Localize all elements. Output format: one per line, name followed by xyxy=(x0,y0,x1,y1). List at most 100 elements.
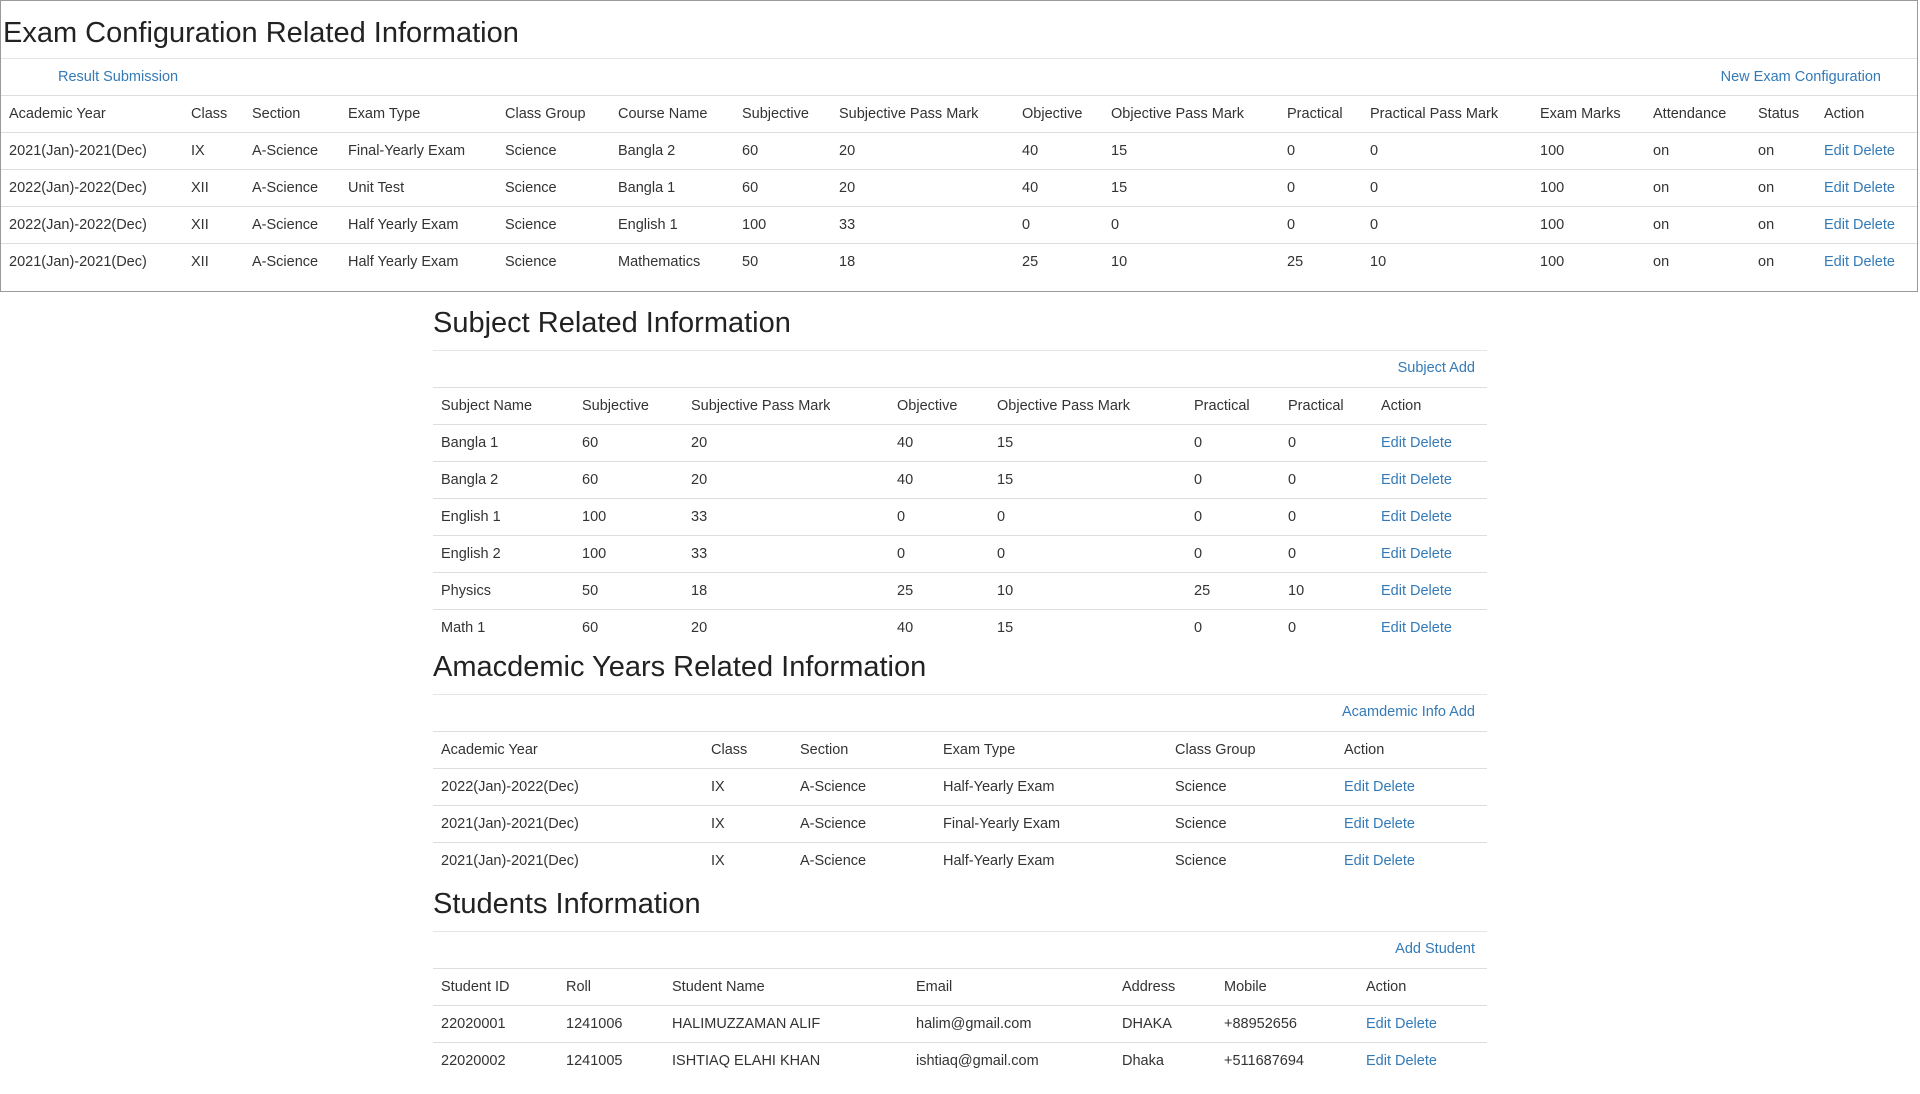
table-cell: 50 xyxy=(574,572,683,610)
edit-link[interactable]: Edit xyxy=(1366,1053,1391,1069)
action-cell: Edit Delete xyxy=(1373,498,1487,536)
column-header: Action xyxy=(1358,968,1487,1006)
delete-link[interactable]: Delete xyxy=(1410,435,1452,451)
exam-config-panel: Exam Configuration Related Information R… xyxy=(0,0,1918,292)
table-cell: Science xyxy=(1167,805,1336,843)
academic-info-add-link[interactable]: Acamdemic Info Add xyxy=(1342,704,1475,720)
edit-link[interactable]: Edit xyxy=(1381,472,1406,488)
table-cell: 0 xyxy=(1014,206,1103,244)
column-header: Subjective xyxy=(574,387,683,425)
delete-link[interactable]: Delete xyxy=(1410,509,1452,525)
table-cell: 60 xyxy=(574,461,683,499)
table-cell: 0 xyxy=(1280,498,1373,536)
edit-link[interactable]: Edit xyxy=(1381,583,1406,599)
table-cell: Physics xyxy=(433,572,574,610)
subject-title: Subject Related Information xyxy=(433,307,791,339)
table-row: 2021(Jan)-2021(Dec) IX A-Science Final-Year… xyxy=(433,805,1487,843)
edit-link[interactable]: Edit xyxy=(1824,254,1849,270)
table-cell: 15 xyxy=(1103,169,1279,207)
delete-link[interactable]: Delete xyxy=(1853,254,1895,270)
column-header: Objective xyxy=(889,387,989,425)
table-cell: 0 xyxy=(1280,609,1373,646)
column-header: Action xyxy=(1373,387,1487,425)
edit-link[interactable]: Edit xyxy=(1381,509,1406,525)
column-header: Class Group xyxy=(1167,731,1336,769)
edit-link[interactable]: Edit xyxy=(1824,217,1849,233)
table-cell: Unit Test xyxy=(340,169,497,207)
edit-link[interactable]: Edit xyxy=(1366,1016,1391,1032)
table-cell: A-Science xyxy=(244,243,340,280)
table-row: English 2 100 33 0 0 0 0 Edit Delete xyxy=(433,535,1487,573)
table-cell: Half-Yearly Exam xyxy=(935,842,1167,879)
edit-link[interactable]: Edit xyxy=(1824,143,1849,159)
delete-link[interactable]: Delete xyxy=(1410,546,1452,562)
delete-link[interactable]: Delete xyxy=(1373,779,1415,795)
table-cell: Bangla 1 xyxy=(441,435,499,451)
table-cell: XII xyxy=(183,169,244,207)
column-header: Mobile xyxy=(1216,968,1358,1006)
column-header: Action xyxy=(1816,95,1917,133)
table-cell: 40 xyxy=(897,435,914,451)
add-student-link[interactable]: Add Student xyxy=(1395,941,1475,957)
delete-link[interactable]: Delete xyxy=(1853,180,1895,196)
table-cell: 15 xyxy=(1111,143,1128,159)
table-cell: 25 xyxy=(1279,243,1362,280)
table-cell: ISHTIAQ ELAHI KHAN xyxy=(664,1042,908,1079)
delete-link[interactable]: Delete xyxy=(1373,853,1415,869)
edit-link[interactable]: Edit xyxy=(1381,435,1406,451)
table-cell: +88952656 xyxy=(1224,1016,1297,1032)
students-table: Student ID Roll Student Name Email Address Mo… xyxy=(433,968,1487,1079)
exam-config-title: Exam Configuration Related Information xyxy=(3,17,519,49)
table-cell: Science xyxy=(1167,842,1336,879)
exam-config-table: Academic Year Class Section Exam Type Class … xyxy=(1,95,1917,280)
table-row: Bangla 1 60 20 40 15 0 0 Edit Delete xyxy=(433,425,1487,462)
delete-link[interactable]: Delete xyxy=(1410,472,1452,488)
column-header: Subject Name xyxy=(433,387,574,425)
table-cell: 60 xyxy=(734,169,831,207)
table-cell: 22020001 xyxy=(441,1016,506,1032)
table-cell: Bangla 1 xyxy=(610,169,734,207)
table-cell: 0 xyxy=(1186,535,1280,573)
column-header: Section xyxy=(244,95,340,133)
delete-link[interactable]: Delete xyxy=(1853,217,1895,233)
table-cell: English 1 xyxy=(433,498,574,536)
students-section: Students Information Add Student Student… xyxy=(433,888,1487,1094)
table-row: 2022(Jan)-2022(Dec) IX A-Science Half-Yearl… xyxy=(433,769,1487,806)
students-title: Students Information xyxy=(433,888,701,920)
table-cell: XII xyxy=(183,206,244,244)
column-header: Roll xyxy=(558,968,664,1006)
edit-link[interactable]: Edit xyxy=(1344,779,1369,795)
delete-link[interactable]: Delete xyxy=(1395,1016,1437,1032)
new-exam-configuration-link[interactable]: New Exam Configuration xyxy=(1721,69,1881,85)
delete-link[interactable]: Delete xyxy=(1395,1053,1437,1069)
edit-link[interactable]: Edit xyxy=(1381,546,1406,562)
action-cell: Edit Delete xyxy=(1336,805,1487,843)
table-cell: 0 xyxy=(1186,498,1280,536)
table-cell: 0 xyxy=(1362,169,1532,207)
table-cell: 25 xyxy=(889,572,989,610)
table-cell: on xyxy=(1645,243,1750,280)
action-cell: Edit Delete xyxy=(1816,206,1917,244)
column-header: Email xyxy=(908,968,1114,1006)
column-header: Course Name xyxy=(610,95,734,133)
delete-link[interactable]: Delete xyxy=(1410,583,1452,599)
column-header: Action xyxy=(1336,731,1487,769)
action-cell: Edit Delete xyxy=(1373,572,1487,610)
table-cell: Science xyxy=(1175,779,1227,795)
edit-link[interactable]: Edit xyxy=(1824,180,1849,196)
column-header: Practical Pass Mark xyxy=(1362,95,1532,133)
edit-link[interactable]: Edit xyxy=(1344,853,1369,869)
edit-link[interactable]: Edit xyxy=(1381,620,1406,636)
table-cell: 10 xyxy=(989,572,1186,610)
table-cell: IX xyxy=(711,779,725,795)
table-cell: 0 xyxy=(1370,143,1379,159)
subject-add-link[interactable]: Subject Add xyxy=(1398,360,1475,376)
table-cell: 0 xyxy=(1280,535,1373,573)
delete-link[interactable]: Delete xyxy=(1410,620,1452,636)
table-cell: A-Science xyxy=(800,779,867,795)
delete-link[interactable]: Delete xyxy=(1853,143,1895,159)
delete-link[interactable]: Delete xyxy=(1373,816,1415,832)
edit-link[interactable]: Edit xyxy=(1344,816,1369,832)
result-submission-link[interactable]: Result Submission xyxy=(58,69,178,85)
table-cell: IX xyxy=(703,842,792,879)
